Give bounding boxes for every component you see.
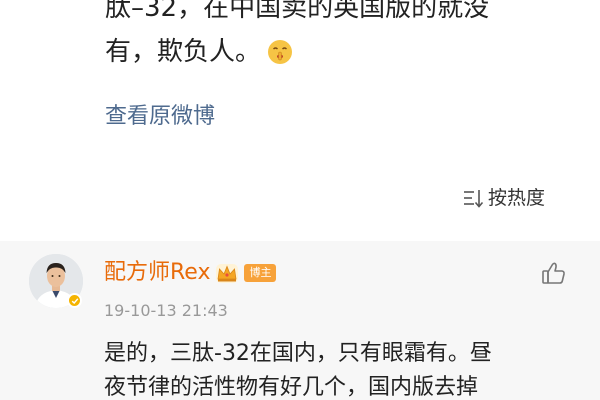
shushing-face-emoji-icon	[268, 40, 293, 64]
comment-text: 是的，三肽-32在国内，只有眼霜有。昼 夜节律的活性物有好几个，国内版去掉	[104, 337, 584, 400]
thumbs-up-icon[interactable]	[540, 259, 568, 287]
sort-label: 按热度	[488, 187, 546, 209]
view-original-weibo-link[interactable]: 查看原微博	[105, 102, 215, 132]
username[interactable]: 配方师Rex	[104, 257, 210, 289]
comment-text-line: 是的，三肽-32在国内，只有眼霜有。昼	[104, 341, 492, 366]
author-badge: 博主	[244, 264, 277, 282]
sort-by-popularity-button[interactable]: 按热度	[462, 184, 545, 212]
comment-item: 配方师Rex 博主 19-10-13 21:43 是的，三肽-32在国内，只有眼…	[0, 241, 600, 400]
comment-text-line: 夜节律的活性物有好几个，国内版去掉	[104, 375, 479, 400]
crown-icon	[216, 264, 239, 283]
verified-badge-icon	[67, 293, 82, 308]
post-text-line: 有，欺负人。	[105, 30, 575, 74]
post-text-line-content: 有，欺负人。	[105, 37, 262, 67]
post-text: 肽–32，在中国卖的英国版的就没 有，欺负人。	[105, 0, 575, 74]
comment-timestamp: 19-10-13 21:43	[104, 301, 228, 320]
post-text-line: 肽–32，在中国卖的英国版的就没	[105, 0, 490, 23]
weibo-comment-page: 肽–32，在中国卖的英国版的就没 有，欺负人。 查看原微博 按热度 配方师Rex…	[0, 0, 600, 400]
comment-user-row: 配方师Rex 博主	[104, 257, 277, 289]
sort-icon	[464, 190, 484, 208]
